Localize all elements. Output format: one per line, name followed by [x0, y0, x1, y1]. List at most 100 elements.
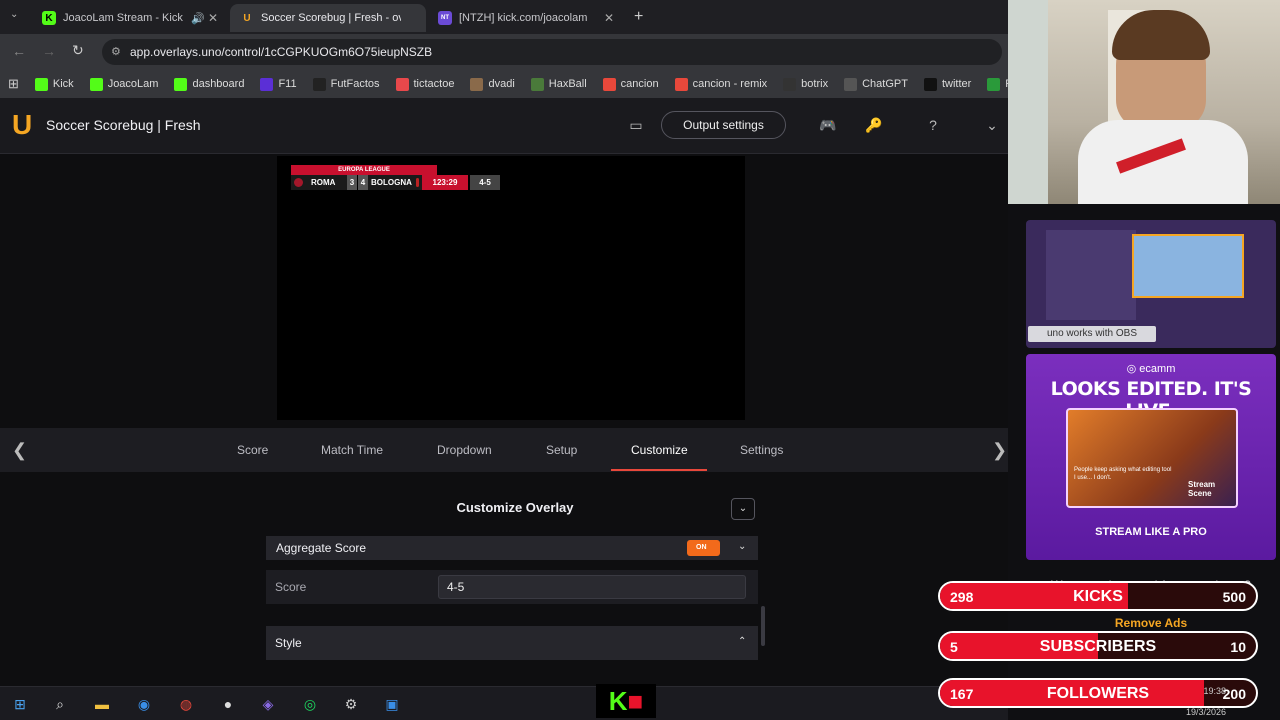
new-tab-icon[interactable]: +: [634, 8, 643, 26]
ecamm-video-thumbnail: People keep asking what editing tool I u…: [1066, 408, 1238, 508]
chevron-up-icon[interactable]: ⌃: [738, 636, 746, 647]
bookmarks-bar: ⊞ Kick JoacoLam dashboard F11 FutFactos ticta…: [0, 70, 1073, 98]
site-info-icon[interactable]: ⚙: [111, 39, 121, 65]
windows-start-icon[interactable]: ⊞: [10, 694, 30, 714]
bookmark-label: JoacoLam: [107, 78, 159, 90]
bookmark-favicon-icon: [783, 77, 797, 91]
overlay-preview: EUROPA LEAGUE ROMA 3 4 BOLOGNA 123:29 4-…: [277, 156, 745, 420]
scorebug-bar: ROMA 3 4 BOLOGNA 123:29 4-5: [291, 175, 500, 190]
back-icon[interactable]: ←: [12, 43, 26, 59]
chevron-down-icon[interactable]: ⌄: [738, 541, 746, 552]
chevron-down-icon[interactable]: ⌄: [982, 115, 1002, 135]
app-header: U Soccer Scorebug | Fresh ▭ Output setti…: [0, 98, 1008, 154]
ecamm-logo-icon: ◎: [1126, 363, 1140, 375]
away-score: 4: [358, 175, 368, 190]
aggregate-score-label: Aggregate Score: [276, 541, 367, 555]
kick-logo-overlay: K■: [596, 684, 656, 718]
app-title: Soccer Scorebug | Fresh: [46, 117, 201, 133]
ecamm-ad[interactable]: ◎ ecamm LOOKS EDITED. IT'S LIVE. People …: [1026, 354, 1276, 560]
goal-target: 10: [1230, 639, 1246, 655]
gamepad-icon[interactable]: 🎮: [818, 115, 838, 135]
tab-match-time[interactable]: Match Time: [321, 443, 383, 457]
tab-customize[interactable]: Customize: [631, 443, 688, 457]
bookmark-item[interactable]: twitter: [923, 77, 971, 91]
tab-title: [NTZH] kick.com/joacolam: [459, 12, 588, 24]
match-clock: 123:29: [422, 175, 468, 190]
system-clock: 19:38 19/3/2026: [1186, 686, 1226, 717]
next-tab-icon[interactable]: ❯: [992, 440, 1007, 461]
close-tab-icon[interactable]: ✕: [604, 11, 614, 25]
bookmark-favicon-icon: [602, 77, 616, 91]
home-team-name: ROMA: [311, 178, 336, 187]
aggregate-score-input[interactable]: 4-5: [438, 575, 746, 599]
bookmark-label: Kick: [52, 78, 74, 90]
bookmark-item[interactable]: dashboard: [174, 77, 244, 91]
url-field[interactable]: ⚙ app.overlays.uno/control/1cCGPKUOGm6O7…: [102, 39, 1002, 65]
goal-label: SUBSCRIBERS: [1039, 638, 1157, 655]
bookmark-favicon-icon: [174, 77, 188, 91]
bookmark-favicon-icon: [530, 77, 544, 91]
bookmark-favicon-icon: [395, 77, 409, 91]
prev-tab-icon[interactable]: ❮: [12, 440, 27, 461]
bookmark-item[interactable]: dvadi: [470, 77, 515, 91]
chrome-icon[interactable]: ◍: [176, 694, 196, 714]
tab-dropdown[interactable]: Dropdown: [437, 443, 492, 457]
monitor-icon[interactable]: ▭: [626, 115, 646, 135]
tab-ntzh[interactable]: NT [NTZH] kick.com/joacolam ✕: [428, 4, 624, 32]
remove-ads-link[interactable]: Remove Ads: [1026, 616, 1276, 630]
tab-list-dropdown-icon[interactable]: ⌄: [10, 9, 18, 20]
tab-soccer-scorebug[interactable]: U Soccer Scorebug | Fresh - overl: [230, 4, 426, 32]
person-shirt: [1078, 120, 1248, 204]
stream-like-a-pro-button[interactable]: STREAM LIKE A PRO: [1026, 526, 1276, 538]
clock-time: 19:38: [1203, 686, 1227, 696]
aggregate-score: 4-5: [470, 175, 500, 190]
aggregate-score-section[interactable]: Aggregate Score ON ⌄: [266, 536, 758, 560]
uno-icon: U: [243, 12, 251, 24]
search-icon[interactable]: ⌕: [50, 694, 70, 714]
panel-scrollbar[interactable]: [761, 606, 765, 646]
collapse-customize-button[interactable]: ⌄: [731, 498, 755, 520]
obs-icon[interactable]: ●: [218, 694, 238, 714]
kicks-goal-bar: 298 KICKS 500: [938, 581, 1258, 611]
bookmark-item[interactable]: FutFactos: [312, 77, 380, 91]
ntzh-icon: NT: [438, 11, 452, 25]
aggregate-toggle[interactable]: ON: [687, 540, 720, 556]
app-icon[interactable]: ◈: [258, 694, 278, 714]
steam-icon[interactable]: ⚙: [341, 694, 361, 714]
bookmark-item[interactable]: botrix: [783, 77, 828, 91]
bookmark-item[interactable]: cancion - remix: [674, 77, 767, 91]
ecamm-brand: ◎ ecamm: [1026, 362, 1276, 375]
uno-caption: uno works with OBS: [1028, 326, 1156, 342]
spotify-icon[interactable]: ◎: [300, 694, 320, 714]
scorebug-league: EUROPA LEAGUE: [291, 165, 437, 175]
file-explorer-icon[interactable]: ▬: [92, 694, 112, 714]
edge-icon[interactable]: ◉: [134, 694, 154, 714]
key-icon[interactable]: 🔑: [864, 115, 884, 135]
tab-setup[interactable]: Setup: [546, 443, 577, 457]
bookmark-label: FutFactos: [330, 78, 380, 90]
help-icon[interactable]: ?: [923, 115, 943, 135]
style-section[interactable]: Style ⌃: [266, 626, 758, 660]
bookmark-favicon-icon: [34, 77, 48, 91]
store-icon[interactable]: ▣: [382, 694, 402, 714]
bookmark-item[interactable]: ChatGPT: [844, 77, 908, 91]
bookmark-item[interactable]: tictactoe: [395, 77, 454, 91]
tab-score[interactable]: Score: [237, 443, 268, 457]
bookmark-item[interactable]: F11: [260, 77, 297, 91]
bookmark-item[interactable]: Kick: [34, 77, 74, 91]
bookmark-item[interactable]: cancion: [602, 77, 659, 91]
url-text: app.overlays.uno/control/1cCGPKUOGm6O75i…: [130, 45, 433, 59]
tab-settings[interactable]: Settings: [740, 443, 783, 457]
control-tabs: ❮ Score Match Time Dropdown Setup Custom…: [0, 428, 1008, 472]
style-label: Style: [275, 636, 302, 650]
bookmark-item[interactable]: JoacoLam: [89, 77, 159, 91]
close-tab-icon[interactable]: ✕: [208, 11, 218, 25]
bookmark-item[interactable]: HaxBall: [530, 77, 587, 91]
apps-grid-icon[interactable]: ⊞: [8, 76, 19, 92]
bookmark-label: dvadi: [488, 78, 515, 90]
forward-icon[interactable]: →: [42, 43, 56, 59]
output-settings-button[interactable]: Output settings: [661, 111, 786, 139]
webcam-feed: [1008, 0, 1280, 204]
reload-icon[interactable]: ↻: [72, 42, 84, 59]
tab-kick-dashboard[interactable]: K JoacoLam Stream - Kick Da 🔊 ✕: [32, 4, 228, 32]
